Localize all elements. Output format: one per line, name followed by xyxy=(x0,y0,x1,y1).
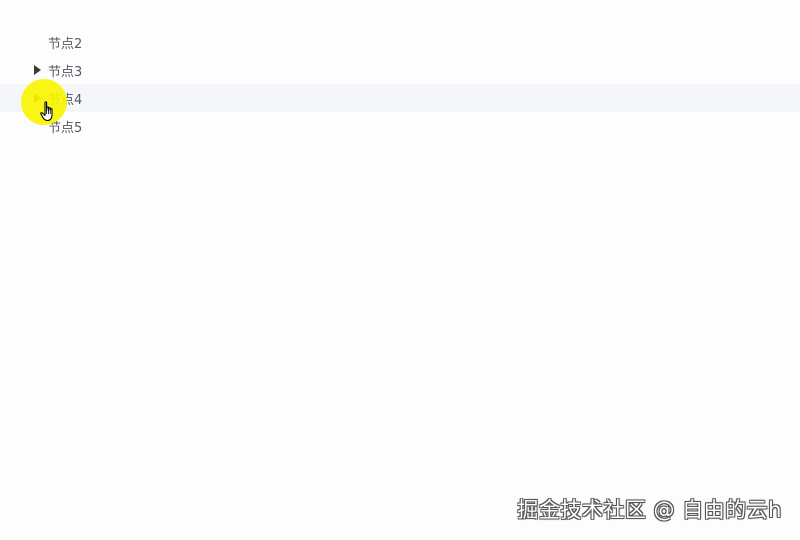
tree-node-5[interactable]: 节点5 xyxy=(0,112,800,140)
tree-node-3[interactable]: 节点3 xyxy=(0,56,800,84)
tree-node-4[interactable]: 节点4 xyxy=(0,84,800,112)
tree-node-label: 节点5 xyxy=(48,120,83,136)
page: 节点2 节点3 节点4 节点5 掘金技术社区 @ 自由的云h xyxy=(0,0,800,540)
watermark: 掘金技术社区 @ 自由的云h xyxy=(517,498,782,522)
tree-node-2[interactable]: 节点2 xyxy=(0,28,800,56)
caret-right-icon[interactable] xyxy=(34,65,41,75)
tree-node-label: 节点3 xyxy=(48,64,83,80)
tree-node-label: 节点2 xyxy=(48,36,83,52)
caret-right-icon[interactable] xyxy=(34,93,41,103)
tree-node-label: 节点4 xyxy=(48,92,83,108)
tree: 节点2 节点3 节点4 节点5 xyxy=(0,28,800,140)
